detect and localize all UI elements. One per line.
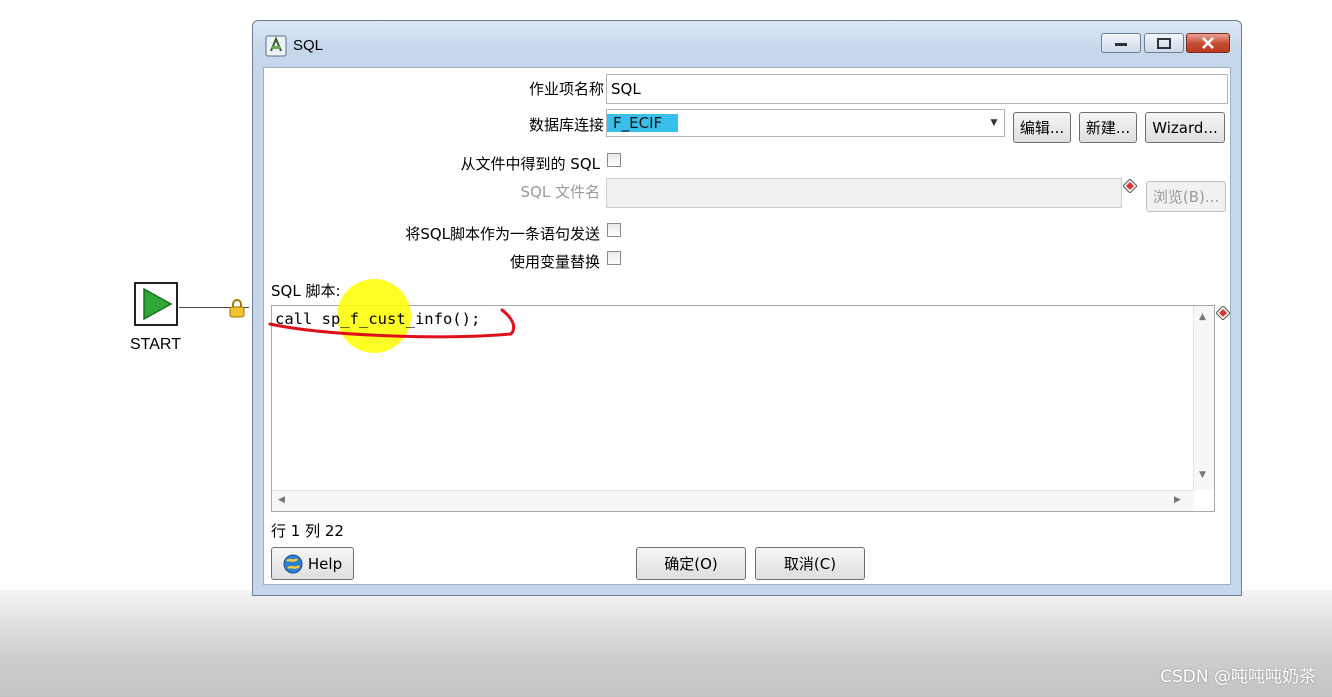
vertical-scrollbar[interactable]: ▲ ▼ xyxy=(1193,306,1214,490)
send-as-single-label: 将SQL脚本作为一条语句发送 xyxy=(405,225,600,243)
maximize-button[interactable] xyxy=(1144,33,1184,53)
chevron-down-icon[interactable]: ▼ xyxy=(984,110,1004,136)
window-title: SQL xyxy=(293,37,324,54)
dialog-body: 作业项名称 SQL 数据库连接 F_ECIF ▼ 编辑... 新建... Wiz… xyxy=(263,67,1231,585)
variable-diamond-icon xyxy=(1123,179,1137,193)
lock-icon xyxy=(229,299,245,318)
wizard-button[interactable]: Wizard... xyxy=(1145,112,1225,143)
cancel-button[interactable]: 取消(C) xyxy=(755,547,865,580)
scroll-left-icon[interactable]: ◀ xyxy=(278,495,285,505)
job-name-label: 作业项名称 xyxy=(528,80,604,98)
close-button[interactable] xyxy=(1186,33,1230,53)
sql-dialog: SQL 作业项名称 SQL 数据库连接 F_ECIF ▼ 编辑... 新建...… xyxy=(252,20,1242,596)
close-icon xyxy=(1202,37,1214,49)
sql-from-file-checkbox[interactable] xyxy=(607,153,621,167)
start-label: START xyxy=(130,336,181,353)
start-node[interactable] xyxy=(134,282,178,326)
browse-button[interactable]: 浏览(B)... xyxy=(1146,181,1226,212)
play-icon xyxy=(143,287,173,321)
title-bar[interactable]: SQL xyxy=(253,21,1241,67)
scroll-up-icon[interactable]: ▲ xyxy=(1199,312,1206,322)
new-connection-button[interactable]: 新建... xyxy=(1079,112,1137,143)
help-button-label: Help xyxy=(307,554,343,573)
ok-button[interactable]: 确定(O) xyxy=(636,547,746,580)
scroll-down-icon[interactable]: ▼ xyxy=(1199,470,1206,480)
send-as-single-checkbox[interactable] xyxy=(607,223,621,237)
minimize-icon xyxy=(1115,43,1127,46)
sql-filename-label: SQL 文件名 xyxy=(520,183,600,201)
db-connection-label: 数据库连接 xyxy=(528,116,604,134)
db-connection-select[interactable]: F_ECIF ▼ xyxy=(606,109,1005,137)
background-band xyxy=(0,590,1332,697)
use-variable-checkbox[interactable] xyxy=(607,251,621,265)
sql-script-editor[interactable]: call sp_f_cust_info(); ▲ ▼ ◀ ▶ xyxy=(268,279,1215,512)
edit-connection-button[interactable]: 编辑... xyxy=(1013,112,1071,143)
maximize-icon xyxy=(1157,37,1171,49)
minimize-button[interactable] xyxy=(1101,33,1141,53)
help-button[interactable]: Help xyxy=(271,547,354,580)
horizontal-scrollbar[interactable]: ◀ ▶ xyxy=(272,490,1194,511)
red-underline-annotation xyxy=(268,308,516,339)
sql-filename-input[interactable] xyxy=(606,178,1122,208)
variable-diamond-icon xyxy=(1216,306,1230,320)
scroll-right-icon[interactable]: ▶ xyxy=(1174,495,1181,505)
db-connection-value: F_ECIF xyxy=(607,114,679,132)
job-name-input[interactable]: SQL xyxy=(606,74,1228,104)
sql-script-label: SQL 脚本: xyxy=(271,282,341,300)
cursor-position-status: 行 1 列 22 xyxy=(271,522,344,540)
sql-job-icon xyxy=(265,35,287,57)
watermark: CSDN @吨吨吨奶茶 xyxy=(1160,667,1316,687)
help-globe-icon xyxy=(283,554,303,573)
use-variable-label: 使用变量替换 xyxy=(509,253,600,271)
sql-from-file-label: 从文件中得到的 SQL xyxy=(460,155,600,173)
